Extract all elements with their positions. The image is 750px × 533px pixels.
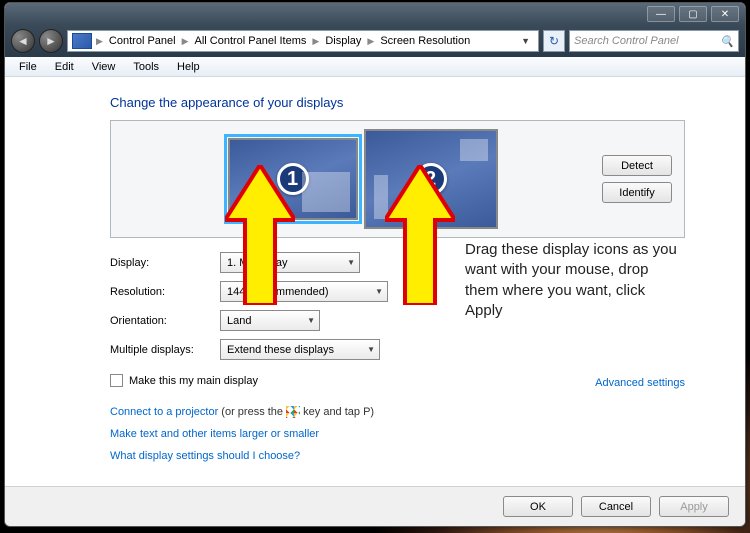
checkbox[interactable]	[110, 374, 123, 387]
multiple-displays-dropdown[interactable]: Extend these displays ▼	[220, 339, 380, 360]
chevron-right-icon: ▶	[367, 36, 374, 47]
footer: OK Cancel Apply	[5, 486, 745, 526]
detect-button[interactable]: Detect	[602, 155, 672, 176]
main-display-checkbox-row[interactable]: Make this my main display	[110, 374, 258, 387]
resolution-label: Resolution:	[110, 286, 220, 298]
windows-key-icon	[286, 406, 300, 418]
chevron-right-icon: ▶	[182, 36, 189, 47]
breadcrumb[interactable]: ▶ Control Panel ▶ All Control Panel Item…	[67, 30, 539, 52]
display-dropdown[interactable]: 1. M Display ▼	[220, 252, 360, 273]
advanced-settings-link[interactable]: Advanced settings	[595, 377, 685, 389]
plain-text: key and tap P)	[300, 406, 374, 418]
multiple-displays-label: Multiple displays:	[110, 344, 220, 356]
connect-projector-link[interactable]: Connect to a projector	[110, 406, 218, 418]
search-placeholder: Search Control Panel	[574, 35, 720, 47]
chevron-down-icon[interactable]: ▼	[517, 36, 534, 46]
search-icon: 🔍	[720, 35, 734, 48]
plain-text: (or press the	[218, 406, 286, 418]
menu-edit[interactable]: Edit	[47, 59, 82, 75]
identify-button[interactable]: Identify	[602, 182, 672, 203]
titlebar: — ▢ ✕	[5, 3, 745, 25]
display-label: Display:	[110, 257, 220, 269]
dropdown-value: Extend these displays	[227, 344, 334, 356]
breadcrumb-item[interactable]: Display	[319, 35, 367, 47]
chevron-down-icon: ▼	[307, 316, 315, 325]
text-size-link[interactable]: Make text and other items larger or smal…	[110, 428, 319, 440]
navbar: ◄ ► ▶ Control Panel ▶ All Control Panel …	[5, 25, 745, 57]
resolution-dropdown[interactable]: 1440 recommended) ▼	[220, 281, 388, 302]
monitor-number: 2	[415, 163, 447, 195]
menu-view[interactable]: View	[84, 59, 124, 75]
forward-button[interactable]: ►	[39, 29, 63, 53]
search-input[interactable]: Search Control Panel 🔍	[569, 30, 739, 52]
ok-button[interactable]: OK	[503, 496, 573, 517]
chevron-right-icon: ▶	[312, 36, 319, 47]
breadcrumb-item[interactable]: All Control Panel Items	[189, 35, 313, 47]
orientation-label: Orientation:	[110, 315, 220, 327]
minimize-button[interactable]: —	[647, 6, 675, 22]
apply-button[interactable]: Apply	[659, 496, 729, 517]
monitor-1[interactable]: 1	[228, 138, 358, 220]
menu-help[interactable]: Help	[169, 59, 208, 75]
maximize-button[interactable]: ▢	[679, 6, 707, 22]
annotation-text: Drag these display icons as you want wit…	[465, 240, 685, 321]
what-settings-link[interactable]: What display settings should I choose?	[110, 450, 300, 462]
back-button[interactable]: ◄	[11, 29, 35, 53]
breadcrumb-item[interactable]: Control Panel	[103, 35, 182, 47]
chevron-down-icon: ▼	[375, 287, 383, 296]
dropdown-value: 1440 recommended)	[227, 286, 329, 298]
checkbox-label: Make this my main display	[129, 375, 258, 387]
page-title: Change the appearance of your displays	[110, 95, 685, 110]
chevron-right-icon: ▶	[96, 36, 103, 47]
dropdown-value: Land	[227, 315, 251, 327]
menubar: File Edit View Tools Help	[5, 57, 745, 77]
menu-tools[interactable]: Tools	[125, 59, 167, 75]
monitor-arrangement[interactable]: 1 2	[123, 129, 602, 229]
dropdown-value: 1. M Display	[227, 257, 288, 269]
display-preview-panel: 1 2 Detect Identify	[110, 120, 685, 238]
orientation-dropdown[interactable]: Land ▼	[220, 310, 320, 331]
help-links: Connect to a projector (or press the key…	[110, 401, 685, 467]
chevron-down-icon: ▼	[367, 345, 375, 354]
close-button[interactable]: ✕	[711, 6, 739, 22]
cancel-button[interactable]: Cancel	[581, 496, 651, 517]
control-panel-icon	[72, 33, 92, 49]
menu-file[interactable]: File	[11, 59, 45, 75]
monitor-2[interactable]: 2	[364, 129, 498, 229]
breadcrumb-item[interactable]: Screen Resolution	[374, 35, 476, 47]
chevron-down-icon: ▼	[347, 258, 355, 267]
refresh-button[interactable]: ↻	[543, 30, 565, 52]
